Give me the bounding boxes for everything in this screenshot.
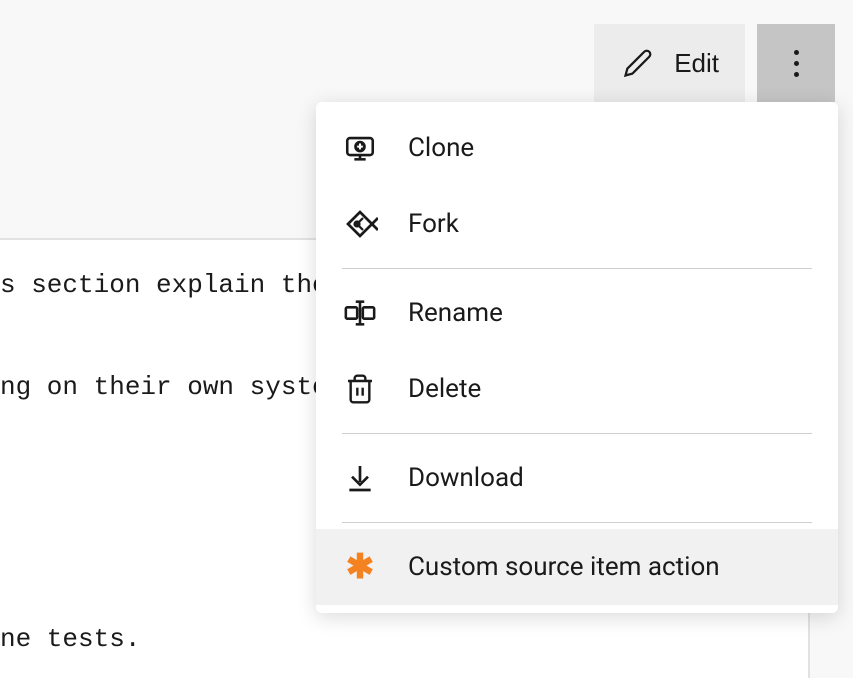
toolbar: Edit <box>594 24 835 102</box>
edit-label: Edit <box>674 48 719 79</box>
more-actions-button[interactable] <box>757 24 835 102</box>
menu-item-label: Fork <box>408 209 459 239</box>
fork-icon <box>342 206 378 242</box>
menu-divider <box>342 522 812 523</box>
trash-icon <box>342 371 378 407</box>
menu-divider <box>342 433 812 434</box>
menu-item-download[interactable]: Download <box>316 440 838 516</box>
menu-item-custom-action[interactable]: ✱ Custom source item action <box>316 529 838 605</box>
menu-divider <box>342 268 812 269</box>
menu-item-label: Rename <box>408 298 503 328</box>
asterisk-icon: ✱ <box>342 549 378 585</box>
rename-icon <box>342 295 378 331</box>
menu-item-label: Clone <box>408 133 474 163</box>
menu-item-label: Delete <box>408 374 481 404</box>
menu-item-fork[interactable]: Fork <box>316 186 838 262</box>
more-actions-menu: Clone Fork Rename <box>316 102 838 613</box>
clone-icon <box>342 130 378 166</box>
menu-item-delete[interactable]: Delete <box>316 351 838 427</box>
edit-button[interactable]: Edit <box>594 24 745 102</box>
menu-item-label: Download <box>408 463 524 493</box>
more-vertical-icon <box>794 50 799 77</box>
pencil-icon <box>620 45 656 81</box>
download-icon <box>342 460 378 496</box>
menu-item-clone[interactable]: Clone <box>316 110 838 186</box>
menu-item-label: Custom source item action <box>408 552 720 582</box>
menu-item-rename[interactable]: Rename <box>316 275 838 351</box>
